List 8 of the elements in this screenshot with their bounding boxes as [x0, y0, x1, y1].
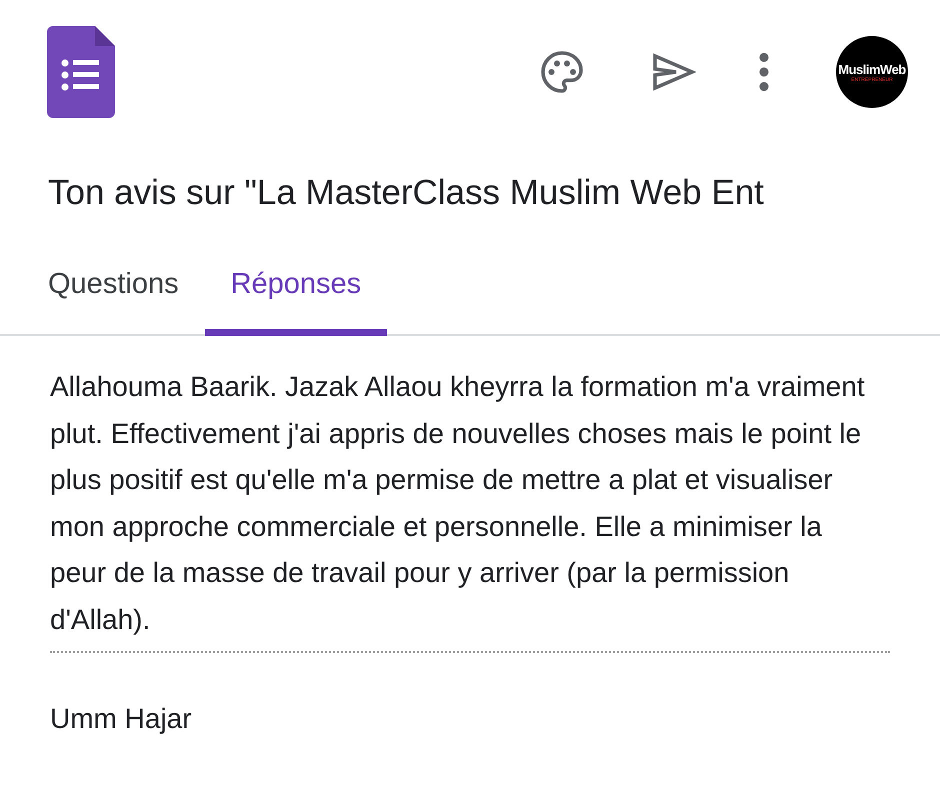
palette-icon[interactable]	[538, 48, 586, 96]
tab[interactable]: Questions	[22, 250, 205, 336]
tab[interactable]: Réponses	[204, 250, 388, 336]
respondent-name: Umm Hajar	[50, 703, 192, 735]
form-title: Ton avis sur "La MasterClass Muslim Web Ent	[48, 172, 765, 214]
more-icon[interactable]	[758, 52, 770, 92]
forms-logo-icon[interactable]	[47, 26, 115, 118]
response-text: Allahouma Baarik. Jazak Allaou kheyrra la formation m'a vraiment plut. Effectivement j'ai appris de nouvelles choses mais le point le plus positif est qu'elle m'a permise de mettre a plat et visualiser mon approche commerciale et personnelle. Elle a minimiser la peur de la masse de travail pour y arriver (par la permission d'Allah).	[50, 370, 866, 637]
